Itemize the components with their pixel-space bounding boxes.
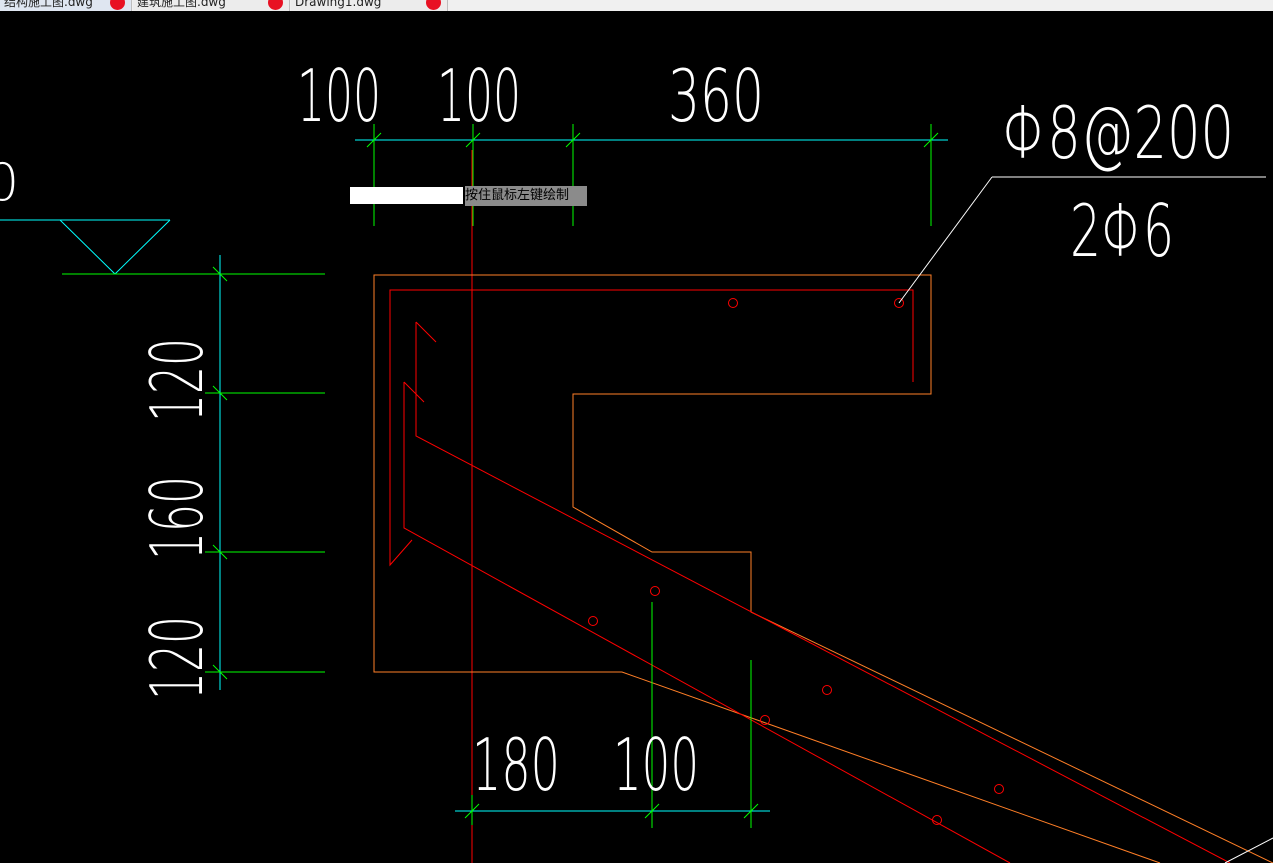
dim-bottom-1: 180: [472, 723, 560, 807]
tab-structural-drawing[interactable]: 结构施工图.dwg: [0, 0, 132, 11]
rebar-label-top: Φ8@200: [1002, 91, 1234, 175]
elevation-partial-text: 0: [0, 153, 19, 213]
tab-label: 结构施工图.dwg: [4, 0, 93, 9]
document-tab-bar: 结构施工图.dwg 建筑施工图.dwg Drawing1.dwg: [0, 0, 1273, 11]
tab-label: Drawing1.dwg: [295, 0, 382, 9]
tab-architecture-drawing[interactable]: 建筑施工图.dwg: [133, 0, 290, 11]
rebar-label-bottom: 2Φ6: [1070, 189, 1174, 273]
command-input-bar[interactable]: [350, 187, 463, 204]
dim-top-3: 360: [668, 54, 764, 138]
dim-left-3: 120: [135, 616, 219, 700]
dim-top-2: 100: [437, 54, 521, 138]
dim-bottom-2: 100: [613, 723, 699, 807]
drawing-canvas[interactable]: 0 100 100 360 120 160 120 Φ8@200 2Φ6 180…: [0, 11, 1273, 863]
dim-left-2: 160: [135, 476, 219, 560]
cursor-tooltip: 按住鼠标左键绘制: [465, 186, 587, 206]
dim-left-1: 120: [135, 338, 219, 422]
tab-drawing1[interactable]: Drawing1.dwg: [291, 0, 448, 11]
close-icon[interactable]: [110, 0, 125, 10]
close-icon[interactable]: [268, 0, 283, 10]
rebar-leader: Φ8@200 2Φ6: [898, 91, 1266, 304]
left-dimension: 120 160 120: [135, 255, 325, 700]
elevation-marker: 0: [0, 153, 325, 275]
bottom-dimension: 180 100: [455, 602, 770, 828]
dim-top-1: 100: [297, 54, 381, 138]
close-icon[interactable]: [426, 0, 441, 10]
tab-label: 建筑施工图.dwg: [137, 0, 226, 9]
